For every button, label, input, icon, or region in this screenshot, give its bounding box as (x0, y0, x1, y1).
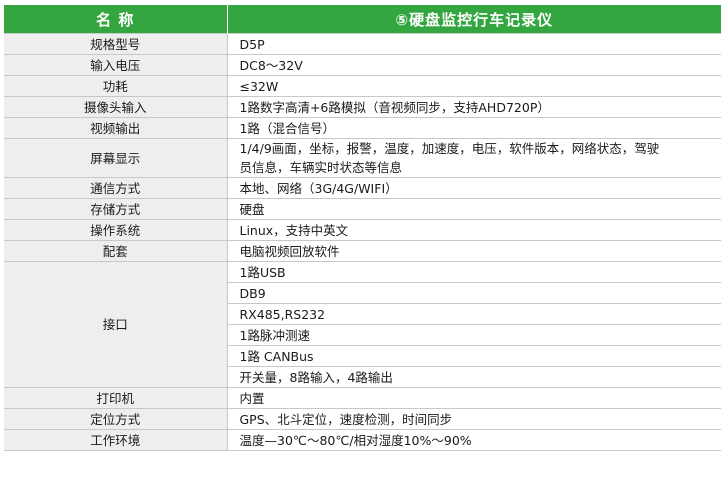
table-row: 摄像头输入 1路数字高清+6路模拟（音视频同步，支持AHD720P） (4, 96, 721, 118)
row-label: 输入电压 (4, 54, 228, 76)
row-value: GPS、北斗定位，速度检测，时间同步 (227, 408, 721, 430)
row-value: 本地、网络（3G/4G/WIFI） (227, 177, 721, 199)
row-value: ≤32W (227, 75, 721, 97)
spec-sheet: 名 称 ⑤硬盘监控行车记录仪 规格型号 D5P 输入电压 DC8～32V 功耗 … (0, 0, 725, 481)
table-row: 视频输出 1路（混合信号） (4, 117, 721, 139)
row-value: Linux，支持中英文 (227, 219, 721, 241)
table-row: 配套 电脑视频回放软件 (4, 240, 721, 262)
table-row: 存储方式 硬盘 (4, 198, 721, 220)
table-row: 屏幕显示 1/4/9画面，坐标，报警，温度，加速度，电压，软件版本，网络状态，驾… (4, 138, 721, 178)
row-value: 1/4/9画面，坐标，报警，温度，加速度，电压，软件版本，网络状态，驾驶员信息，… (227, 138, 721, 178)
interface-item: DB9 (227, 282, 721, 304)
table-row: 输入电压 DC8～32V (4, 54, 721, 76)
table-row: 操作系统 Linux，支持中英文 (4, 219, 721, 241)
interface-item: 1路脉冲测速 (227, 324, 721, 346)
table-row: 打印机 内置 (4, 387, 721, 409)
row-label: 配套 (4, 240, 228, 262)
row-label: 功耗 (4, 75, 228, 97)
table-header-row: 名 称 ⑤硬盘监控行车记录仪 (4, 5, 721, 34)
interface-item: 1路 CANBus (227, 345, 721, 367)
interface-label: 接口 (4, 261, 228, 388)
row-value: 1路（混合信号） (227, 117, 721, 139)
row-value: 电脑视频回放软件 (227, 240, 721, 262)
spec-table: 名 称 ⑤硬盘监控行车记录仪 规格型号 D5P 输入电压 DC8～32V 功耗 … (4, 5, 721, 451)
table-row: 接口 1路USB (4, 261, 721, 388)
table-row: 通信方式 本地、网络（3G/4G/WIFI） (4, 177, 721, 199)
row-label: 打印机 (4, 387, 228, 409)
table-row: 定位方式 GPS、北斗定位，速度检测，时间同步 (4, 408, 721, 430)
row-label: 通信方式 (4, 177, 228, 199)
interface-item: RX485,RS232 (227, 303, 721, 325)
row-label: 视频输出 (4, 117, 228, 139)
row-value: D5P (227, 33, 721, 55)
row-value: 内置 (227, 387, 721, 409)
row-label: 操作系统 (4, 219, 228, 241)
interface-item: 1路USB (227, 261, 721, 283)
row-label: 工作环境 (4, 429, 228, 451)
row-value: DC8～32V (227, 54, 721, 76)
row-label: 屏幕显示 (4, 138, 228, 178)
header-product-cell: ⑤硬盘监控行车记录仪 (227, 5, 721, 34)
interface-item: 开关量，8路输入，4路输出 (227, 366, 721, 388)
row-value: 温度—30℃～80℃/相对湿度10%～90% (227, 429, 721, 451)
table-row: 规格型号 D5P (4, 33, 721, 55)
row-label: 定位方式 (4, 408, 228, 430)
row-value-text: 1/4/9画面，坐标，报警，温度，加速度，电压，软件版本，网络状态，驾驶员信息，… (239, 141, 660, 175)
row-value: 硬盘 (227, 198, 721, 220)
row-value: 1路数字高清+6路模拟（音视频同步，支持AHD720P） (227, 96, 721, 118)
table-row: 工作环境 温度—30℃～80℃/相对湿度10%～90% (4, 429, 721, 451)
row-label: 规格型号 (4, 33, 228, 55)
row-label: 摄像头输入 (4, 96, 228, 118)
table-row: 功耗 ≤32W (4, 75, 721, 97)
row-label: 存储方式 (4, 198, 228, 220)
header-name-cell: 名 称 (4, 5, 228, 34)
